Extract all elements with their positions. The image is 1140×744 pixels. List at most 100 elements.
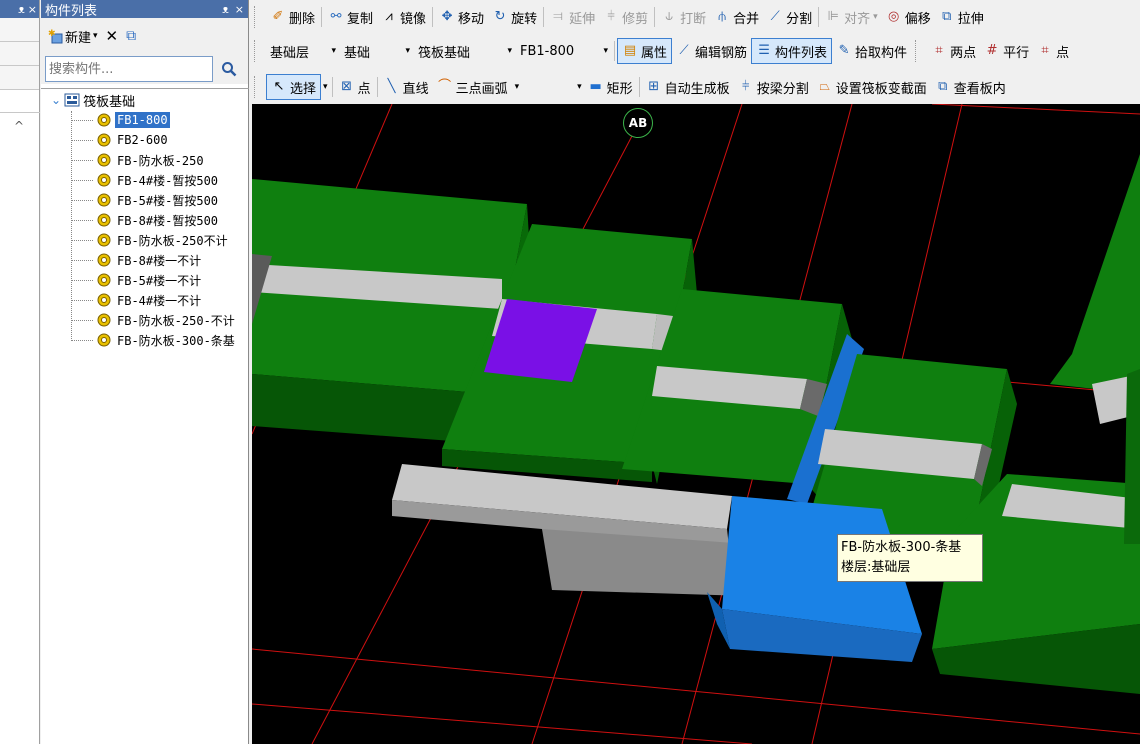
tree-item[interactable]: FB-防水板-250不计	[41, 230, 249, 250]
toolbar-grip[interactable]	[254, 76, 264, 98]
offset-label: 偏移	[904, 11, 931, 27]
move-button[interactable]: ✥ 移动	[435, 4, 488, 30]
tree-item-label: FB1-800	[115, 112, 170, 128]
align-button[interactable]: ⊫ 对齐 ▾	[821, 4, 882, 30]
parallel-axis-button[interactable]: # 平行	[980, 38, 1033, 64]
pin-icon[interactable]: ᴥ	[18, 3, 25, 16]
expand-icon[interactable]: ⌄	[51, 93, 61, 107]
two-point-axis-button[interactable]: ⌗ 两点	[927, 38, 980, 64]
search-button[interactable]	[216, 56, 242, 82]
3d-scene[interactable]	[252, 104, 1140, 744]
left-panel-row[interactable]	[0, 66, 39, 90]
arc-button[interactable]: ⌒ 三点画弧 ▾	[433, 74, 524, 100]
category-select[interactable]: 基础 ▾	[340, 39, 414, 63]
floor-select-value: 基础层	[270, 45, 310, 61]
shape-dropdown[interactable]: ▾	[575, 74, 584, 100]
line-button[interactable]: ╲ 直线	[380, 74, 433, 100]
copy-component-button[interactable]: ⧉	[126, 28, 136, 44]
extend-button[interactable]: ⫤ 延伸	[546, 4, 599, 30]
pin-icon[interactable]: ᴥ	[222, 3, 229, 16]
align-icon: ⊫	[827, 9, 839, 24]
component-gear-icon	[97, 233, 111, 247]
tooltip-component-name: FB-防水板-300-条基	[841, 540, 962, 555]
mirror-label: 镜像	[400, 11, 427, 27]
pick-component-button[interactable]: ✎ 拾取构件	[832, 38, 911, 64]
separator	[432, 7, 434, 27]
tree-item[interactable]: FB-防水板-250	[41, 150, 249, 170]
tree-item[interactable]: FB1-800	[41, 110, 249, 130]
point-angle-label: 点	[1056, 45, 1070, 61]
tree-item[interactable]: FB-5#楼一不计	[41, 270, 249, 290]
toolbar-grip[interactable]	[254, 40, 264, 62]
scroll-up-icon[interactable]: ^	[14, 119, 24, 133]
tree-item-label: FB-4#楼一不计	[117, 293, 202, 308]
drawing-viewport[interactable]: AB FB-防水板-300-条基 楼层:基础层	[252, 104, 1140, 744]
toolbar-grip[interactable]	[254, 6, 264, 28]
tree-item-label: FB2-600	[117, 133, 168, 147]
delete-button[interactable]: ✐ 删除	[266, 4, 319, 30]
tree-root-node[interactable]: ⌄ 筏板基础	[41, 90, 249, 110]
view-slab-button[interactable]: ⧉ 查看板内	[931, 74, 1010, 100]
tree-item[interactable]: FB-4#楼-暂按500	[41, 170, 249, 190]
search-icon	[222, 62, 237, 77]
merge-button[interactable]: ⫛ 合并	[710, 4, 763, 30]
break-button[interactable]: ⫝ 打断	[657, 4, 710, 30]
rectangle-button[interactable]: ▬ 矩形	[584, 74, 637, 100]
split-button[interactable]: ⟋ 分割	[763, 4, 816, 30]
trim-label: 修剪	[622, 11, 649, 27]
left-panel-row[interactable]	[0, 42, 39, 66]
trim-button[interactable]: ⫩ 修剪	[599, 4, 652, 30]
split-by-beam-label: 按梁分割	[756, 81, 809, 97]
component-gear-icon	[97, 173, 111, 187]
auto-generate-button[interactable]: ⊞ 自动生成板	[642, 74, 734, 100]
merge-icon: ⫛	[718, 9, 726, 24]
component-list-button[interactable]: ☰ 构件列表	[751, 38, 833, 64]
stretch-button[interactable]: ⧉ 拉伸	[935, 4, 988, 30]
tree-item[interactable]: FB-防水板-250-不计	[41, 310, 249, 330]
close-icon[interactable]: ×	[235, 3, 244, 16]
rectangle-icon: ▬	[589, 79, 602, 94]
delete-component-button[interactable]: ✕	[106, 27, 119, 45]
select-dropdown[interactable]: ▾	[321, 74, 330, 100]
tree-item[interactable]: FB-5#楼-暂按500	[41, 190, 249, 210]
tree-item[interactable]: FB-4#楼一不计	[41, 290, 249, 310]
copy-button[interactable]: ⚯ 复制	[324, 4, 377, 30]
point-button[interactable]: ⊠ 点	[335, 74, 375, 100]
chevron-down-icon: ▾	[873, 12, 878, 22]
edit-rebar-button[interactable]: ⟋ 编辑钢筋	[672, 38, 751, 64]
beam-horizontal-lower[interactable]	[392, 464, 747, 596]
tree-item-label: FB-5#楼-暂按500	[117, 193, 219, 208]
chevron-down-icon: ▾	[514, 82, 520, 92]
type-select[interactable]: 筏板基础 ▾	[414, 39, 516, 63]
tree-item[interactable]: FB-防水板-300-条基	[41, 330, 249, 350]
floor-select[interactable]: 基础层 ▾	[266, 39, 340, 63]
toolbar-grip[interactable]	[915, 40, 925, 62]
component-select[interactable]: FB1-800 ▾	[516, 39, 612, 63]
tree-item[interactable]: FB-8#楼一不计	[41, 250, 249, 270]
component-select-value: FB1-800	[520, 43, 575, 59]
cursor-icon: ↖	[273, 79, 285, 94]
tree-item-label: FB-8#楼-暂按500	[117, 213, 219, 228]
view-icon: ⧉	[938, 79, 948, 94]
break-icon: ⫝	[665, 9, 673, 24]
search-input[interactable]	[45, 56, 213, 82]
new-button[interactable]: ✱ 新建 ▾	[47, 27, 98, 46]
chevron-down-icon: ▾	[577, 82, 582, 92]
split-by-beam-button[interactable]: ⫩ 按梁分割	[734, 74, 813, 100]
draw-toolbar: ↖ 选择 ▾ ⊠ 点 ╲ 直线 ⌒ 三点画弧 ▾ ▾ ▬ 矩形 ⊞ 自动生成板 ⫩ 按梁分割 ⏢…	[250, 70, 1140, 104]
tree-item[interactable]: FB2-600	[41, 130, 249, 150]
point-angle-button[interactable]: ⌗ 点	[1033, 38, 1073, 64]
offset-button[interactable]: ◎ 偏移	[882, 4, 935, 30]
component-gear-icon	[97, 193, 111, 207]
left-panel-row[interactable]	[0, 18, 39, 42]
mirror-button[interactable]: ⩘ 镜像	[377, 4, 430, 30]
close-icon[interactable]: ×	[28, 3, 37, 16]
rotate-button[interactable]: ↻ 旋转	[488, 4, 541, 30]
tree-item[interactable]: FB-8#楼-暂按500	[41, 210, 249, 230]
split-icon: ⟋	[770, 9, 780, 24]
type-select-value: 筏板基础	[418, 45, 471, 61]
slab-right-tall[interactable]	[1002, 154, 1140, 529]
set-slope-button[interactable]: ⏢ 设置筏板变截面	[813, 74, 931, 100]
select-button[interactable]: ↖ 选择	[266, 74, 322, 100]
properties-button[interactable]: ▤ 属性	[617, 38, 673, 64]
